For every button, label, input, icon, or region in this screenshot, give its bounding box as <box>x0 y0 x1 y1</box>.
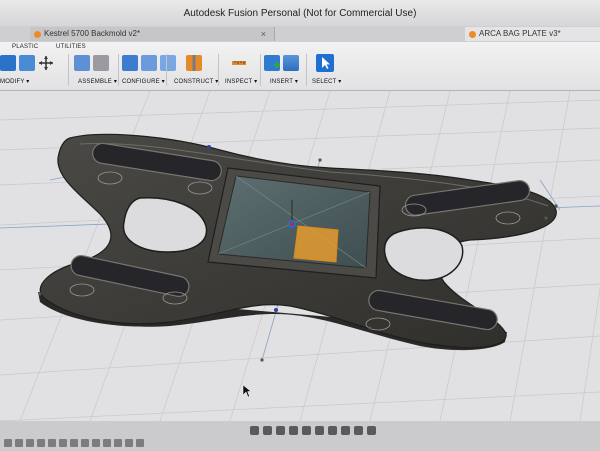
select-arrow-icon[interactable] <box>316 54 334 72</box>
assemble-menu[interactable]: ASSEMBLE ▾ <box>78 78 117 85</box>
measure-icon[interactable] <box>231 55 247 71</box>
assemble-group[interactable]: ASSEMBLE ▾ <box>74 52 118 88</box>
timeline-feature-icon[interactable] <box>81 439 89 447</box>
zoom-window-icon[interactable] <box>302 426 311 435</box>
timeline-next-icon[interactable] <box>37 439 45 447</box>
fusion-doc-icon <box>469 31 476 38</box>
assemble-label: ASSEMBLE <box>78 79 112 85</box>
mouse-cursor-icon <box>242 384 252 398</box>
timeline-end-icon[interactable] <box>48 439 56 447</box>
modify-menu[interactable]: MODIFY ▾ <box>0 78 30 85</box>
select-group[interactable]: SELECT ▾ <box>312 52 352 88</box>
timeline <box>4 439 144 447</box>
insert-menu[interactable]: INSERT ▾ <box>270 78 298 85</box>
toolbar-divider <box>118 54 119 86</box>
modify-label: MODIFY <box>0 79 25 85</box>
configure-menu[interactable]: CONFIGURE ▾ <box>122 78 165 85</box>
fusion-doc-icon <box>34 31 41 38</box>
joint-icon[interactable] <box>93 55 109 71</box>
toolbar-divider <box>166 54 167 86</box>
tab-kestrel-backmold[interactable]: Kestrel 5700 Backmold v2* × <box>30 27 275 41</box>
insert-canvas-icon[interactable] <box>283 55 299 71</box>
insert-label: INSERT <box>270 79 293 85</box>
parameters-icon[interactable] <box>141 55 157 71</box>
window-title: Autodesk Fusion Personal (Not for Commer… <box>183 8 417 19</box>
bottom-bar <box>0 421 600 451</box>
pan-icon[interactable] <box>276 426 285 435</box>
look-at-icon[interactable] <box>263 426 272 435</box>
model-view[interactable] <box>0 91 600 421</box>
viewports-icon[interactable] <box>341 426 350 435</box>
new-component-icon[interactable] <box>74 55 90 71</box>
insert-group[interactable]: INSERT ▾ <box>264 52 308 88</box>
construct-menu[interactable]: CONSTRUCT ▾ <box>174 78 218 85</box>
toolbar-divider <box>306 54 307 86</box>
selected-face-highlight[interactable] <box>293 225 339 263</box>
select-label: SELECT <box>312 79 337 85</box>
orbit-icon[interactable] <box>250 426 259 435</box>
timeline-feature-icon[interactable] <box>70 439 78 447</box>
effects-icon[interactable] <box>367 426 376 435</box>
timeline-feature-icon[interactable] <box>125 439 133 447</box>
configure-label: CONFIGURE <box>122 79 160 85</box>
toolbar-divider <box>68 54 69 86</box>
close-icon[interactable]: × <box>261 27 266 41</box>
timeline-play-icon[interactable] <box>26 439 34 447</box>
cutout-right <box>383 227 464 281</box>
display-settings-icon[interactable] <box>315 426 324 435</box>
environment-icon[interactable] <box>354 426 363 435</box>
timeline-feature-icon[interactable] <box>136 439 144 447</box>
zoom-icon[interactable] <box>289 426 298 435</box>
grid-settings-icon[interactable] <box>328 426 337 435</box>
timeline-prev-icon[interactable] <box>15 439 23 447</box>
toolbar-divider <box>218 54 219 86</box>
design-canvas[interactable] <box>0 91 600 421</box>
fillet-icon[interactable] <box>19 55 35 71</box>
construct-group[interactable]: CONSTRUCT ▾ <box>174 52 218 88</box>
inspect-menu[interactable]: INSPECT ▾ <box>225 78 257 85</box>
toolbar-divider <box>260 54 261 86</box>
timeline-start-icon[interactable] <box>4 439 12 447</box>
select-menu[interactable]: SELECT ▾ <box>312 78 342 85</box>
inspect-label: INSPECT <box>225 79 253 85</box>
move-icon[interactable] <box>38 55 54 71</box>
timeline-feature-icon[interactable] <box>103 439 111 447</box>
tab-label: ARCA BAG PLATE v3* <box>479 29 561 38</box>
workspace-tab-utilities[interactable]: UTILITIES <box>56 44 86 50</box>
design-toolbar: PLASTIC UTILITIES MODIFY ▾ ASSEMBLE ▾ CO… <box>0 42 600 91</box>
inspect-group[interactable]: INSPECT ▾ <box>225 52 265 88</box>
timeline-feature-icon[interactable] <box>59 439 67 447</box>
construct-label: CONSTRUCT <box>174 79 214 85</box>
configure-table-icon[interactable] <box>122 55 138 71</box>
timeline-feature-icon[interactable] <box>92 439 100 447</box>
press-pull-icon[interactable] <box>0 55 16 71</box>
insert-mesh-icon[interactable] <box>264 55 280 71</box>
tab-label: Kestrel 5700 Backmold v2* <box>44 29 141 38</box>
document-tab-bar: Kestrel 5700 Backmold v2* × ARCA BAG PLA… <box>0 26 600 43</box>
timeline-feature-icon[interactable] <box>114 439 122 447</box>
offset-plane-icon[interactable] <box>186 55 202 71</box>
workspace-tab-plastic[interactable]: PLASTIC <box>12 44 38 50</box>
modify-group[interactable]: MODIFY ▾ <box>0 52 66 88</box>
window-titlebar: Autodesk Fusion Personal (Not for Commer… <box>0 0 600 27</box>
tab-arca-bag-plate[interactable]: ARCA BAG PLATE v3* <box>465 27 600 41</box>
navigation-toolbar <box>250 426 376 435</box>
